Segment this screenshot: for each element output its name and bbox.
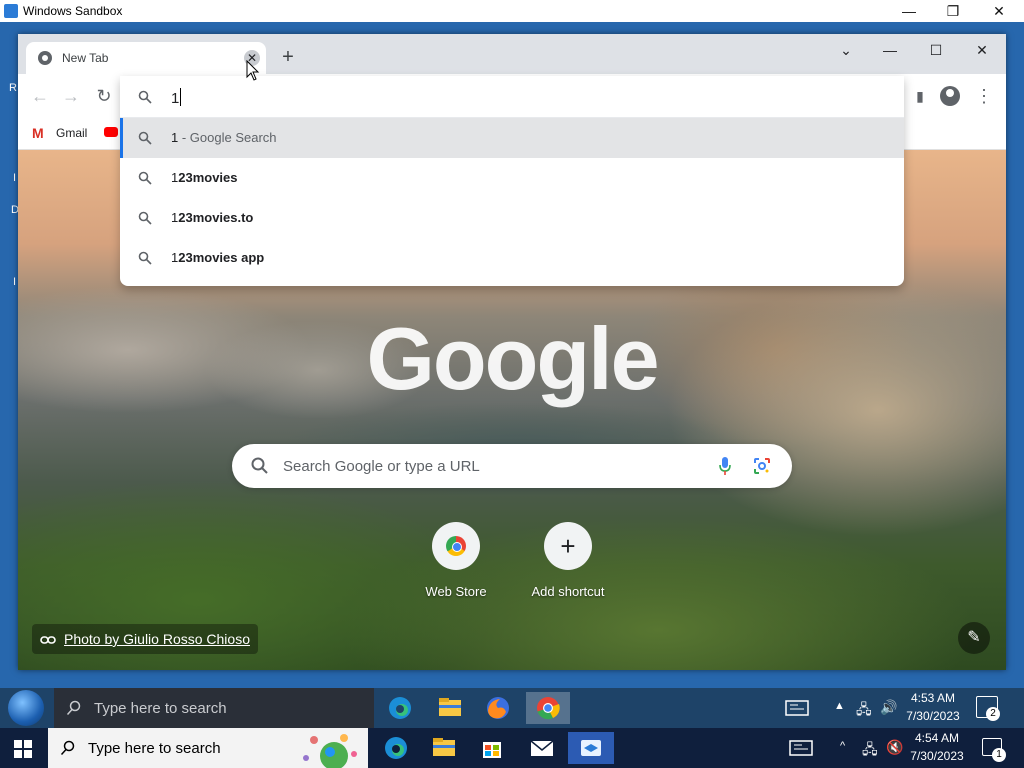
search-placeholder: Search Google or type a URL [283,458,480,475]
search-icon [251,457,268,474]
suggestion-text: 1 - Google Search [171,130,277,145]
search-highlight-illustration-icon [303,734,357,768]
sandbox-titlebar: Windows Sandbox — ❐ ✕ [0,0,1024,22]
sandbox-taskbar-search[interactable]: Type here to search [54,688,374,728]
gmail-icon: M [32,125,44,141]
host-taskbar: Type here to search ^ 🖧 🔇 4:54 AM 7/30/2… [0,728,1024,768]
search-icon [66,700,81,716]
volume-muted-icon[interactable]: 🔇 [886,739,903,756]
shortcut-tile [432,522,480,570]
sandbox-close-button[interactable]: ✕ [976,0,1022,22]
shortcut-label: Web Store [425,584,487,599]
taskbar-search-placeholder: Type here to search [94,700,227,717]
side-panel-button[interactable]: ▮ [908,84,932,108]
web-store-icon [446,536,466,556]
tab-strip: New Tab ✕ + ⌄ — ☐ ✕ [18,34,1006,74]
edge-icon[interactable] [376,732,416,764]
mouse-cursor-icon [246,60,260,81]
forward-button[interactable]: → [59,84,83,108]
shortcut-label: Add shortcut [531,584,605,599]
photo-attribution-link[interactable]: Photo by Giulio Rosso Chioso [32,624,258,654]
tray-overflow-icon[interactable]: ▲ [834,700,845,712]
search-icon [138,171,152,185]
minimize-button[interactable]: — [870,38,910,62]
file-explorer-icon[interactable] [424,732,464,764]
taskbar-time[interactable]: 4:54 AM [908,731,966,745]
edge-icon[interactable] [380,692,420,724]
search-icon [138,131,152,145]
host-taskbar-search[interactable]: Type here to search [48,728,368,768]
taskbar-date[interactable]: 7/30/2023 [908,749,966,763]
taskbar-time[interactable]: 4:53 AM [904,691,962,705]
plus-icon: + [560,531,576,561]
suggestion-text: 123movies app [171,250,265,265]
shortcut-add[interactable]: + Add shortcut [518,522,618,599]
tab-search-button[interactable]: ⌄ [826,38,866,62]
start-orb-icon[interactable] [8,690,44,726]
attribution-text: Photo by Giulio Rosso Chioso [64,631,250,647]
sandbox-minimize-button[interactable]: — [886,0,932,22]
search-icon [138,90,152,104]
volume-icon[interactable]: 🔊 [880,699,897,716]
sandbox-app-icon [4,4,18,18]
shortcut-tile: + [544,522,592,570]
host-search-placeholder: Type here to search [88,740,221,757]
bookmark-gmail[interactable]: M Gmail [32,125,88,141]
microphone-icon[interactable] [718,456,732,476]
suggestion-item[interactable]: 1 - Google Search [120,118,904,158]
taskbar-date[interactable]: 7/30/2023 [904,709,962,723]
mail-icon[interactable] [522,732,562,764]
network-icon[interactable]: 🖧 [856,699,872,723]
address-bar[interactable]: 1 [120,76,904,118]
suggestion-item[interactable]: 123movies app [120,238,904,278]
sandbox-taskbar: Type here to search ▲ 🖧 🔊 4:53 AM 7/30/2… [0,688,1024,728]
google-lens-icon[interactable] [752,456,772,476]
suggestion-item[interactable]: 123movies.to [120,198,904,238]
bookmark-label: Gmail [56,126,88,140]
close-window-button[interactable]: ✕ [962,38,1002,62]
chrome-favicon-icon [38,51,52,65]
link-icon [40,636,56,644]
file-explorer-icon[interactable] [430,692,470,724]
notification-count: 2 [986,707,1000,721]
news-widget-icon[interactable] [782,732,822,764]
menu-button[interactable]: ⋮ [972,84,996,108]
reload-button[interactable]: ↻ [92,84,116,108]
suggestion-item[interactable]: 123movies [120,158,904,198]
notification-count: 1 [992,748,1006,762]
chrome-icon[interactable] [526,692,570,724]
tab-new-tab[interactable]: New Tab ✕ [26,42,266,74]
profile-avatar-icon[interactable] [940,86,960,106]
sandbox-title: Windows Sandbox [23,4,123,18]
windows-sandbox-icon[interactable] [568,732,614,764]
text-caret [180,88,182,106]
desktop-icon-fragment[interactable]: I [13,276,16,288]
search-icon [138,251,152,265]
desktop-icon-fragment[interactable]: R [9,82,17,94]
news-widget-icon[interactable] [778,692,818,724]
network-icon[interactable]: 🖧 [862,739,878,763]
youtube-icon[interactable] [104,127,118,137]
windows-start-icon[interactable] [14,740,32,758]
store-icon[interactable] [472,732,512,764]
suggestion-text: 123movies.to [171,210,254,225]
sandbox-restore-button[interactable]: ❐ [930,0,976,22]
address-input[interactable]: 1 [171,88,182,107]
suggestion-text: 123movies [171,170,238,185]
maximize-button[interactable]: ☐ [916,38,956,62]
ntp-search-box[interactable]: Search Google or type a URL [232,444,792,488]
desktop-icon-fragment[interactable]: I [13,172,16,184]
omnibox-dropdown: 1 1 - Google Search 123movies 123movies.… [120,76,904,286]
search-icon [60,740,75,756]
firefox-icon[interactable] [478,692,518,724]
google-logo: Google [366,309,659,408]
new-tab-button[interactable]: + [276,46,300,70]
shortcut-web-store[interactable]: Web Store [406,522,506,599]
customize-edit-button[interactable]: ✎ [958,622,990,654]
tray-overflow-icon[interactable]: ^ [840,740,845,752]
back-button[interactable]: ← [28,84,52,108]
search-icon [138,211,152,225]
tab-title: New Tab [62,51,109,65]
